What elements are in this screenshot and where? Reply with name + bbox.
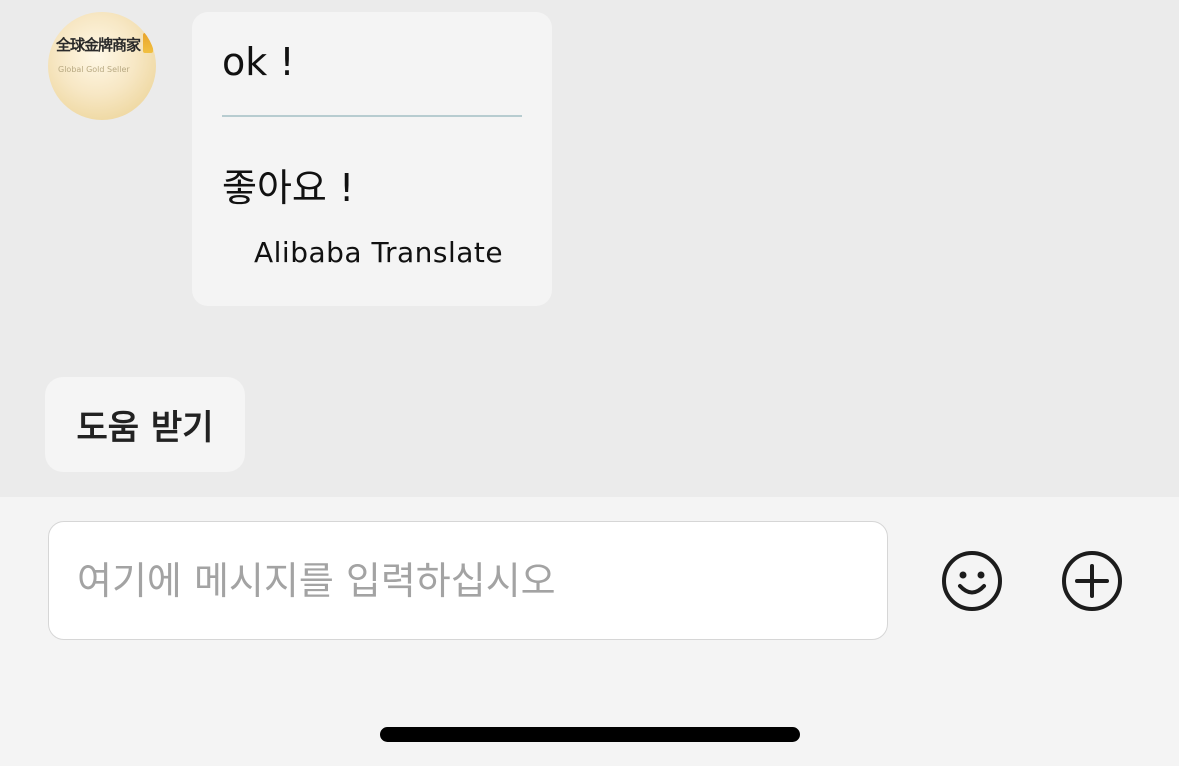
add-attachment-button[interactable]	[1060, 549, 1124, 613]
smiley-face-icon	[942, 551, 1002, 611]
translation-divider	[222, 115, 522, 117]
translation-source-label: Alibaba Translate	[254, 236, 504, 269]
plus-circle-icon	[1062, 551, 1122, 611]
translated-message-text: 좋아요 !	[222, 166, 355, 210]
composer-bar	[0, 497, 1179, 766]
original-message-text: ok !	[222, 40, 295, 84]
seller-avatar[interactable]: 全球金牌商家 Global Gold Seller	[48, 12, 156, 120]
chat-area: 全球金牌商家 Global Gold Seller ok ! 좋아요 ! Ali…	[0, 0, 1179, 497]
avatar-title: 全球金牌商家	[56, 36, 141, 54]
message-input[interactable]	[48, 521, 888, 640]
emoji-button[interactable]	[940, 549, 1004, 613]
incoming-message-bubble[interactable]: ok ! 좋아요 ! Alibaba Translate	[192, 12, 552, 306]
home-indicator[interactable]	[380, 727, 800, 742]
gold-medal-icon	[143, 33, 153, 53]
avatar-subtitle: Global Gold Seller	[58, 65, 130, 74]
get-help-button[interactable]: 도움 받기	[45, 377, 245, 472]
